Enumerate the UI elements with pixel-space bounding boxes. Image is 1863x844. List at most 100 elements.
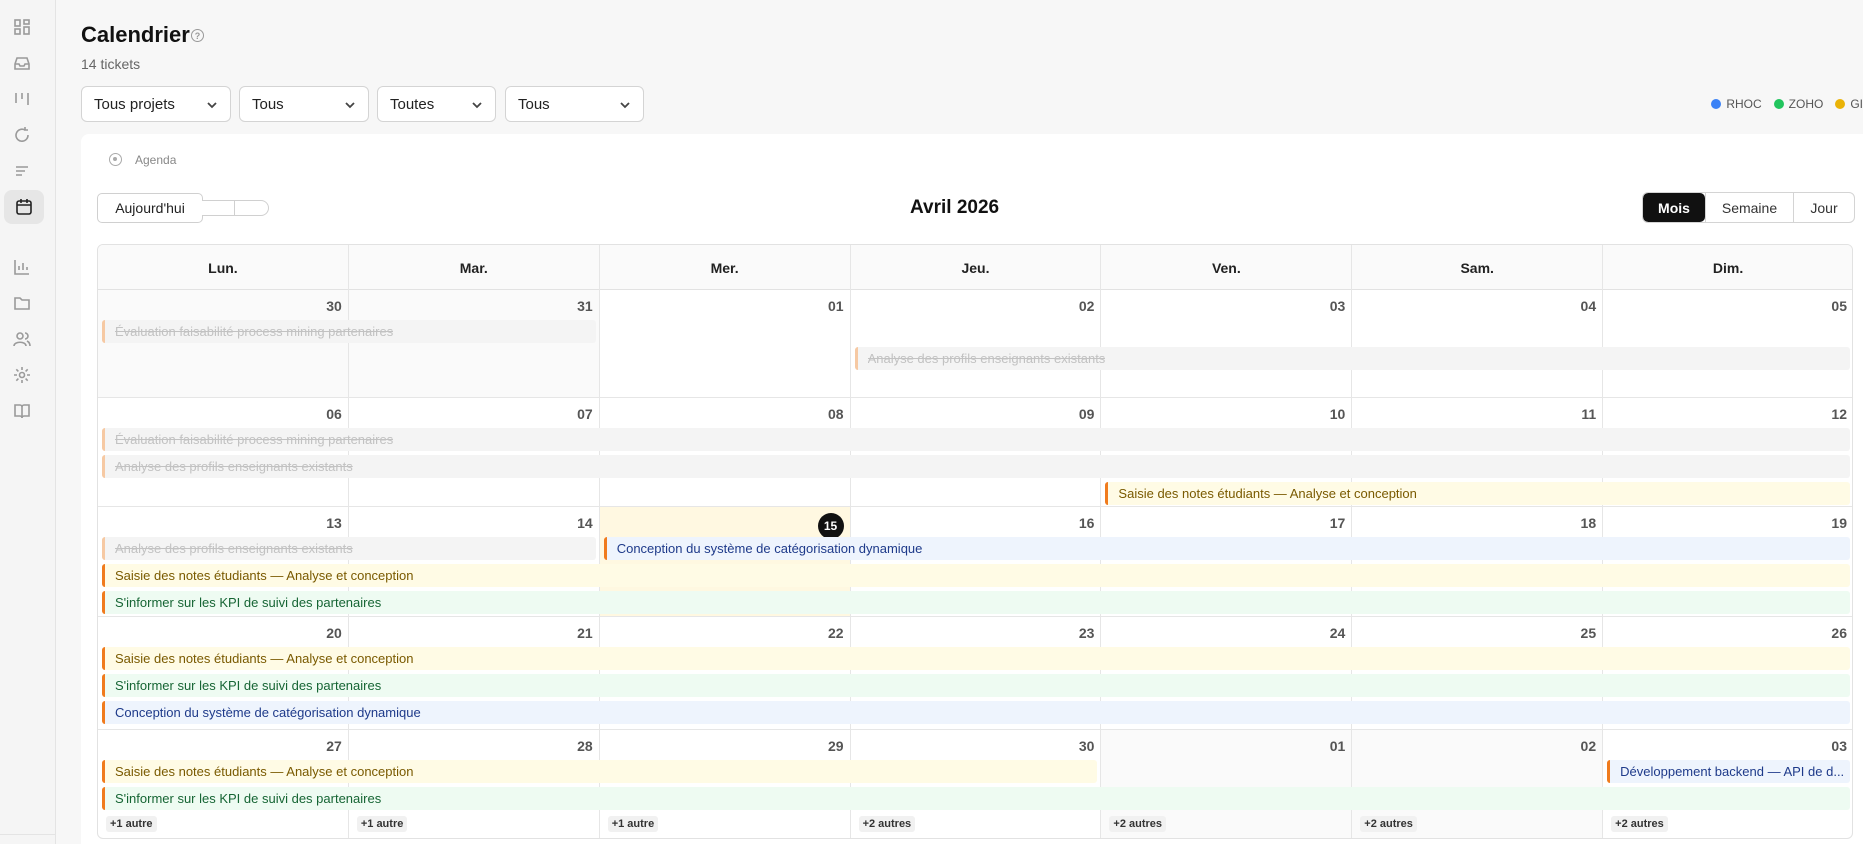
view-day-button[interactable]: Jour [1793,193,1854,222]
weekday-label: Mer. [600,245,851,290]
calendar-event[interactable]: Développement backend — API de d... [1607,760,1850,783]
chevron-down-icon [471,98,483,110]
page-title: Calendrier [81,22,190,47]
day-number: 07 [577,406,593,422]
inbox-icon[interactable] [12,53,32,73]
dashboard-icon[interactable] [12,17,32,37]
day-number: 24 [1329,625,1346,641]
legend-item-zoho: ZOHO [1773,97,1823,111]
day-number: 20 [326,625,342,641]
event-title: S'informer sur les KPI de suivi des part… [115,678,382,693]
day-number: 01 [827,298,844,314]
sidebar-footer-divider [0,834,56,844]
help-icon[interactable]: ? [191,29,204,42]
day-cell[interactable]: 06 [98,398,349,507]
day-cell[interactable]: 05 [1603,290,1852,398]
chart-icon[interactable] [12,257,32,277]
day-cell[interactable]: 30 [98,290,349,398]
event-title: Analyse des profils enseignants existant… [115,459,353,474]
calendar-event[interactable]: S'informer sur les KPI de suivi des part… [102,674,1850,697]
more-events-link[interactable]: +1 autre [607,816,659,832]
weekday-label: Lun. [98,245,349,290]
day-number: 21 [577,625,593,641]
calendar-event[interactable]: Évaluation faisabilité process mining pa… [102,428,1850,451]
calendar-event[interactable]: Conception du système de catégorisation … [102,701,1850,724]
day-number: 10 [1329,406,1346,422]
day-cell[interactable]: 04 [1352,290,1604,398]
nav-divider [234,201,235,215]
day-cell[interactable]: 02 [850,290,1102,398]
users-icon[interactable] [12,329,32,349]
more-events-link[interactable]: +2 autres [1109,816,1167,832]
weekday-header: Lun. Mar. Mer. Jeu. Ven. Sam. Dim. [98,245,1852,290]
folder-icon[interactable] [12,293,32,313]
calendar-event[interactable]: Conception du système de catégorisation … [603,537,1850,560]
more-events-link[interactable]: +2 autres [1360,816,1417,832]
day-number: 03 [1329,298,1346,314]
calendar-event[interactable]: Analyse des profils enseignants existant… [102,455,1850,478]
calendar-event[interactable]: Saisie des notes étudiants — Analyse et … [102,647,1850,670]
legend-dot [1773,99,1784,109]
more-events-link[interactable]: +2 autres [858,816,916,832]
priority-filter[interactable]: Toutes [377,86,496,122]
day-number: 17 [1329,515,1346,531]
today-button[interactable]: Aujourd'hui [97,193,203,223]
calendar-icon[interactable] [4,190,44,224]
day-number: 02 [1078,298,1095,314]
day-number: 01 [1329,738,1346,754]
project-filter-value: Tous projets [94,95,175,113]
day-cell[interactable]: 01 [599,290,851,398]
day-cell[interactable]: 09 [850,398,1102,507]
board-icon[interactable] [12,89,32,109]
calendar-event[interactable]: Saisie des notes étudiants — Analyse et … [102,564,1850,587]
calendar-event[interactable]: Analyse des profils enseignants existant… [102,537,596,560]
more-events-link[interactable]: +2 autres [1611,816,1668,832]
legend-item-rhoc: RHOC [1711,97,1762,111]
legend-label: GI [1850,97,1863,111]
calendar-event[interactable]: Saisie des notes étudiants — Analyse et … [102,760,1098,783]
event-title: Évaluation faisabilité process mining pa… [115,432,394,447]
day-cell[interactable]: 31 [348,290,600,398]
calendar-event[interactable]: Saisie des notes étudiants — Analyse et … [1105,482,1850,505]
priority-filter-value: Toutes [390,95,435,113]
status-filter-value: Tous [252,95,284,113]
weekday-label: Sam. [1352,245,1604,290]
month-grid: Lun. Mar. Mer. Jeu. Ven. Sam. Dim. 30 31 01 02 03 0… [97,244,1853,839]
agenda-toggle-icon[interactable] [109,153,122,166]
chevron-down-icon [619,98,631,110]
event-title: Saisie des notes étudiants — Analyse et … [1118,486,1417,501]
day-number: 22 [827,625,844,641]
legend-label: RHOC [1726,97,1762,111]
day-cell[interactable]: 08 [599,398,851,507]
calendar-event[interactable]: S'informer sur les KPI de suivi des part… [102,787,1850,810]
day-cell[interactable]: 07 [348,398,600,507]
calendar-event[interactable]: S'informer sur les KPI de suivi des part… [102,591,1850,614]
event-title: Conception du système de catégorisation … [115,705,421,720]
calendar-event[interactable]: Évaluation faisabilité process mining pa… [102,320,596,343]
project-filter[interactable]: Tous projets [81,86,231,122]
book-icon[interactable] [12,401,32,421]
event-title: Conception du système de catégorisation … [616,541,923,556]
list-icon[interactable] [12,161,32,181]
status-filter[interactable]: Tous [239,86,369,122]
legend-dot [1835,99,1846,109]
day-cell[interactable]: 03 [1101,290,1353,398]
gear-icon[interactable] [12,365,32,385]
more-events-link[interactable]: +1 autre [106,816,157,832]
event-title: Développement backend — API de d... [1620,764,1845,779]
view-month-button[interactable]: Mois [1643,193,1705,222]
legend-item-gi: GI [1835,97,1863,111]
assignee-filter[interactable]: Tous [505,86,644,122]
weekday-label: Dim. [1603,245,1852,290]
refresh-icon[interactable] [12,125,32,145]
project-legend: RHOC ZOHO GI [1711,97,1863,111]
more-events-link[interactable]: +1 autre [356,816,408,832]
day-number: 25 [1580,625,1597,641]
today-day-number: 15 [817,513,844,539]
agenda-label[interactable]: Agenda [135,153,176,167]
calendar-event[interactable]: Analyse des profils enseignants existant… [854,347,1850,370]
view-week-button[interactable]: Semaine [1705,193,1793,222]
day-number: 08 [827,406,844,422]
day-number: 16 [1078,515,1095,531]
day-number: 13 [326,515,342,531]
